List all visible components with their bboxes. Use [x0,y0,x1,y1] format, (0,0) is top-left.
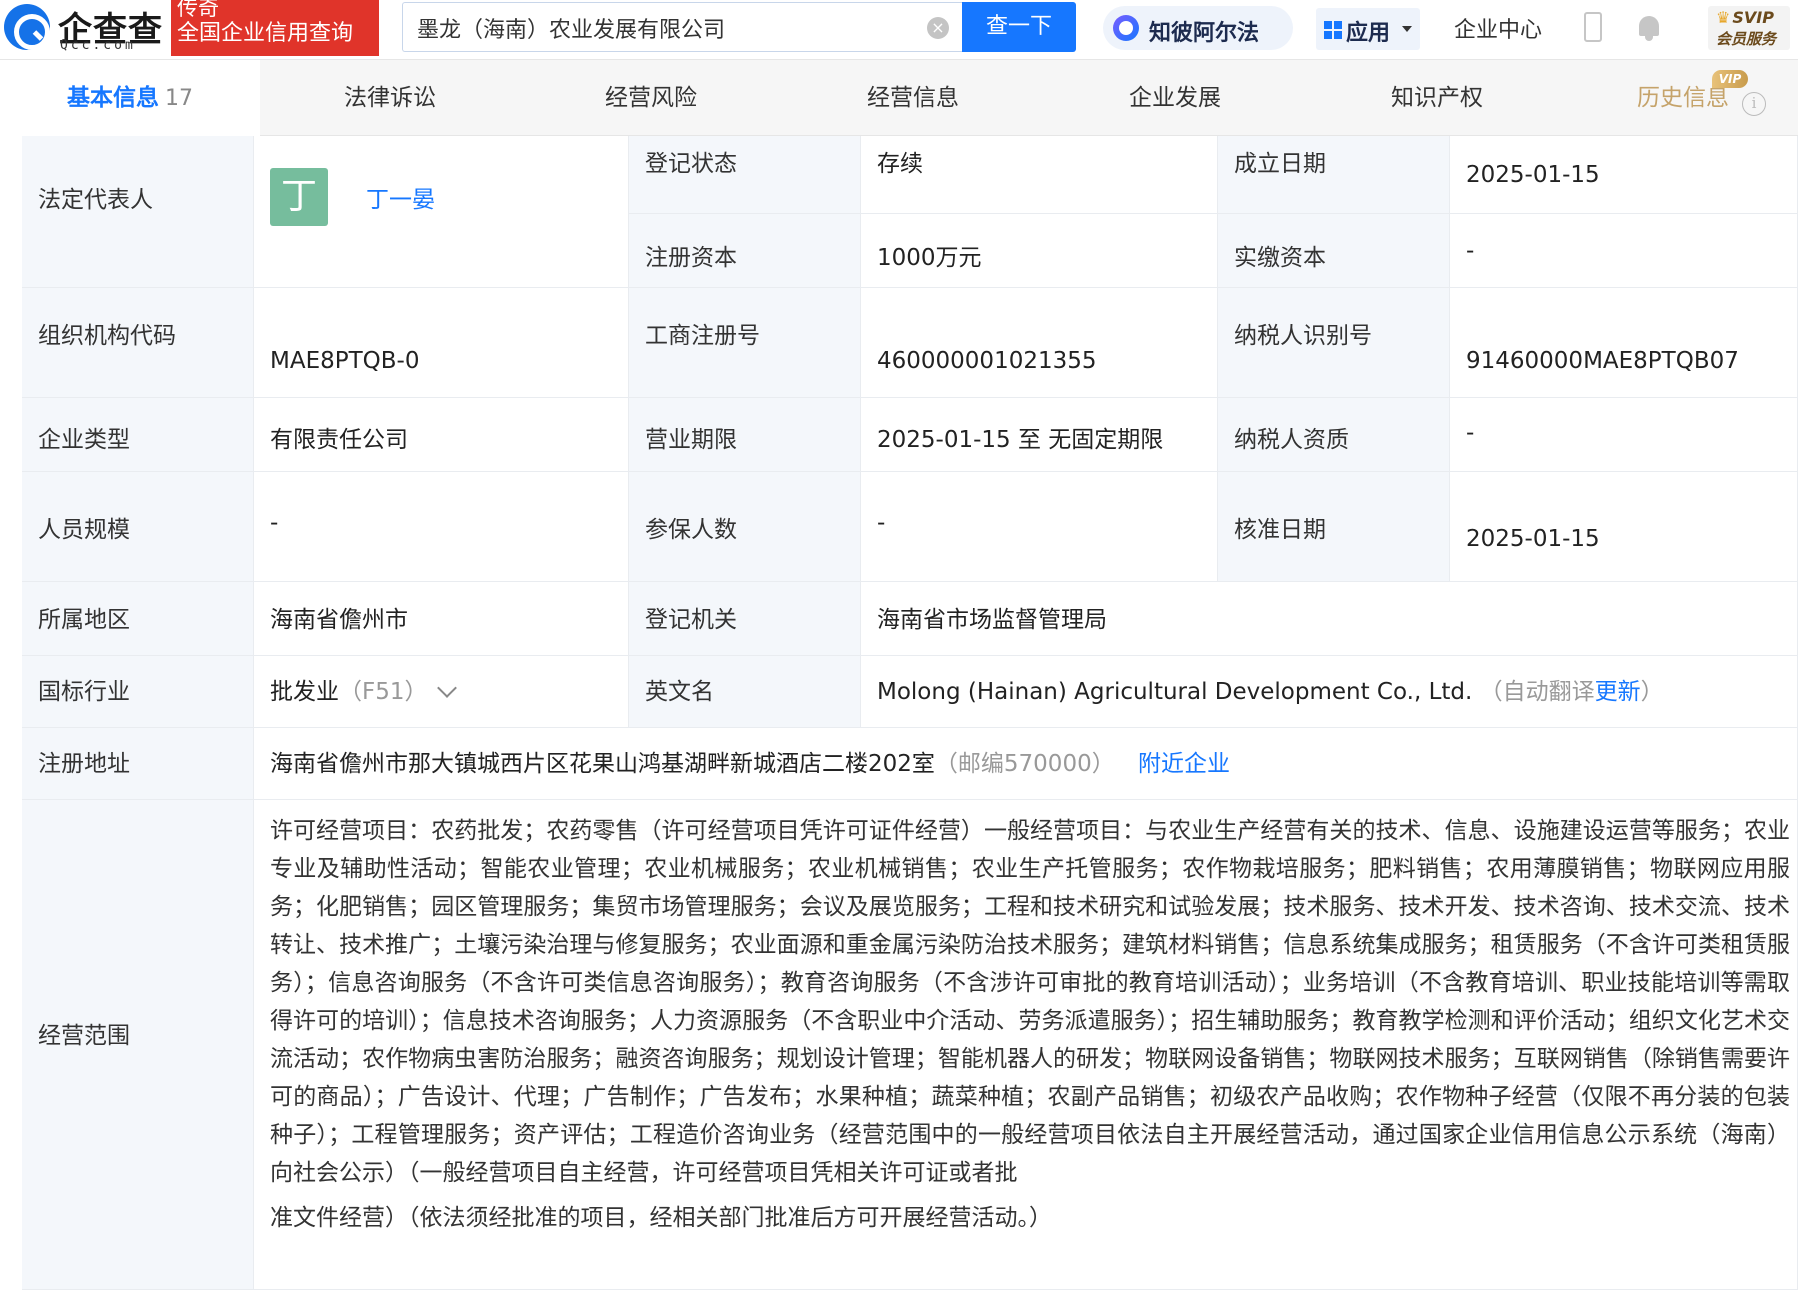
auto-translate-note: （自动翻译 [1479,679,1595,705]
info-icon[interactable]: i [1742,92,1766,116]
staff-size-value: - [254,472,629,582]
label-address: 注册地址 [22,728,254,800]
chevron-down-icon [436,678,457,698]
top-bar: 企查查 Qcc.com 传奇 全国企业信用查询 × 查一下 知彼阿尔法 应用 企… [0,0,1798,60]
logo-subtext: Qcc.com [60,38,136,53]
label-reg-authority: 登记机关 [629,582,861,656]
label-en-name: 英文名 [629,656,861,728]
industry-dropdown[interactable]: 批发业（F51） [270,672,457,706]
biz-reg-no-value: 460000001021355 [861,288,1218,398]
svip-member-button[interactable]: ♛ SVIP 会员服务 [1708,6,1790,50]
tab-business-risk[interactable]: 经营风险 [520,60,782,136]
business-scope-value: 许可经营项目：农药批发；农药零售（许可经营项目凭许可证件经营）一般经营项目：与农… [254,800,1798,1290]
svip-label: ♛ SVIP [1716,8,1774,27]
promo-line2: 全国企业信用查询 [177,21,354,46]
label-taxpayer-qual: 纳税人资质 [1218,398,1450,472]
crown-icon: ♛ [1716,8,1731,27]
reg-capital-value: 1000万元 [861,214,1218,288]
apps-label: 应用 [1346,21,1391,46]
label-company-type: 企业类型 [22,398,254,472]
section-tabs: 基本信息 17 法律诉讼 经营风险 经营信息 企业发展 知识产权 历史信息 [0,60,1798,136]
bell-icon[interactable] [1636,14,1662,42]
business-scope-text: 许可经营项目：农药批发；农药零售（许可经营项目凭许可证件经营）一般经营项目：与农… [270,818,1790,1186]
zhibi-alpha-button[interactable]: 知彼阿尔法 [1103,6,1293,50]
tab-legal-litigation[interactable]: 法律诉讼 [260,60,520,136]
label-reg-capital: 注册资本 [629,214,861,288]
taxpayer-qual-value: - [1450,398,1798,472]
enterprise-center-link[interactable]: 企业中心 [1454,12,1542,44]
company-type-value: 有限责任公司 [254,398,629,472]
promo-line1: 传奇 [177,0,219,20]
svip-sublabel: 会员服务 [1716,30,1777,48]
label-org-code: 组织机构代码 [22,288,254,398]
label-region: 所属地区 [22,582,254,656]
label-insured: 参保人数 [629,472,861,582]
industry-value: 批发业（F51） [254,656,629,728]
label-business-scope: 经营范围 [22,800,254,1290]
address-value: 海南省儋州市那大镇城西片区花果山鸿基湖畔新城酒店二楼202室（邮编570000）… [254,728,1798,800]
en-name-value: Molong (Hainan) Agricultural Development… [861,656,1798,728]
search-box: × [402,2,962,52]
legal-rep-cell: 丁 丁一晏 [254,136,629,288]
qcc-logo[interactable]: 企查查 Qcc.com [0,0,170,56]
zhibi-label: 知彼阿尔法 [1149,21,1260,46]
label-approval-date: 核准日期 [1218,472,1450,582]
business-scope-tail: 准文件经营）（依法须经批准的项目，经相关部门批准后方可开展经营活动。） [270,1205,1052,1231]
label-industry: 国标行业 [22,656,254,728]
legal-rep-link[interactable]: 丁一晏 [366,180,435,214]
search-input[interactable] [417,13,917,43]
org-code-value: MAE8PTQB-0 [254,288,629,398]
basic-info-table: 法定代表人 丁 丁一晏 登记状态 存续 成立日期 2025-01-15 注册资本… [22,136,1798,1290]
region-value: 海南省儋州市 [254,582,629,656]
nearby-companies-link[interactable]: 附近企业 [1138,751,1230,777]
tab-intellectual-property[interactable]: 知识产权 [1306,60,1568,136]
mobile-phone-icon[interactable] [1584,12,1602,42]
label-reg-status: 登记状态 [629,136,861,214]
grid-icon [1324,21,1342,39]
insured-value: - [861,472,1218,582]
reg-authority-value: 海南省市场监督管理局 [861,582,1798,656]
label-tax-id: 纳税人识别号 [1218,288,1450,398]
postcode: （邮编570000） [934,751,1115,777]
found-date-value: 2025-01-15 [1450,136,1798,214]
label-biz-term: 营业期限 [629,398,861,472]
avatar: 丁 [270,168,328,226]
label-legal-rep: 法定代表人 [22,136,254,288]
vip-badge: VIP [1712,70,1748,88]
search-button[interactable]: 查一下 [962,2,1076,52]
apps-menu-button[interactable]: 应用 [1316,8,1420,50]
tab-basic-info[interactable]: 基本信息 17 [0,60,260,136]
caret-down-icon [1402,26,1412,32]
paid-capital-value: - [1450,214,1798,288]
update-link[interactable]: 更新 [1595,679,1641,705]
label-biz-reg-no: 工商注册号 [629,288,861,398]
biz-term-value: 2025-01-15 至 无固定期限 [861,398,1218,472]
reg-status-value: 存续 [861,136,1218,214]
label-staff-size: 人员规模 [22,472,254,582]
search-logo-icon [4,4,50,50]
clear-icon[interactable]: × [927,17,949,39]
promo-banner[interactable]: 传奇 全国企业信用查询 [171,0,379,56]
tax-id-value: 91460000MAE8PTQB07 [1450,288,1798,398]
en-name-text: Molong (Hainan) Agricultural Development… [877,679,1473,705]
tab-business-info[interactable]: 经营信息 [782,60,1044,136]
label-found-date: 成立日期 [1218,136,1450,214]
label-paid-capital: 实缴资本 [1218,214,1450,288]
approval-date-value: 2025-01-15 [1450,472,1798,582]
zhibi-logo-icon [1113,15,1139,41]
address-text: 海南省儋州市那大镇城西片区花果山鸿基湖畔新城酒店二楼202室 [270,751,935,777]
tab-development[interactable]: 企业发展 [1044,60,1306,136]
